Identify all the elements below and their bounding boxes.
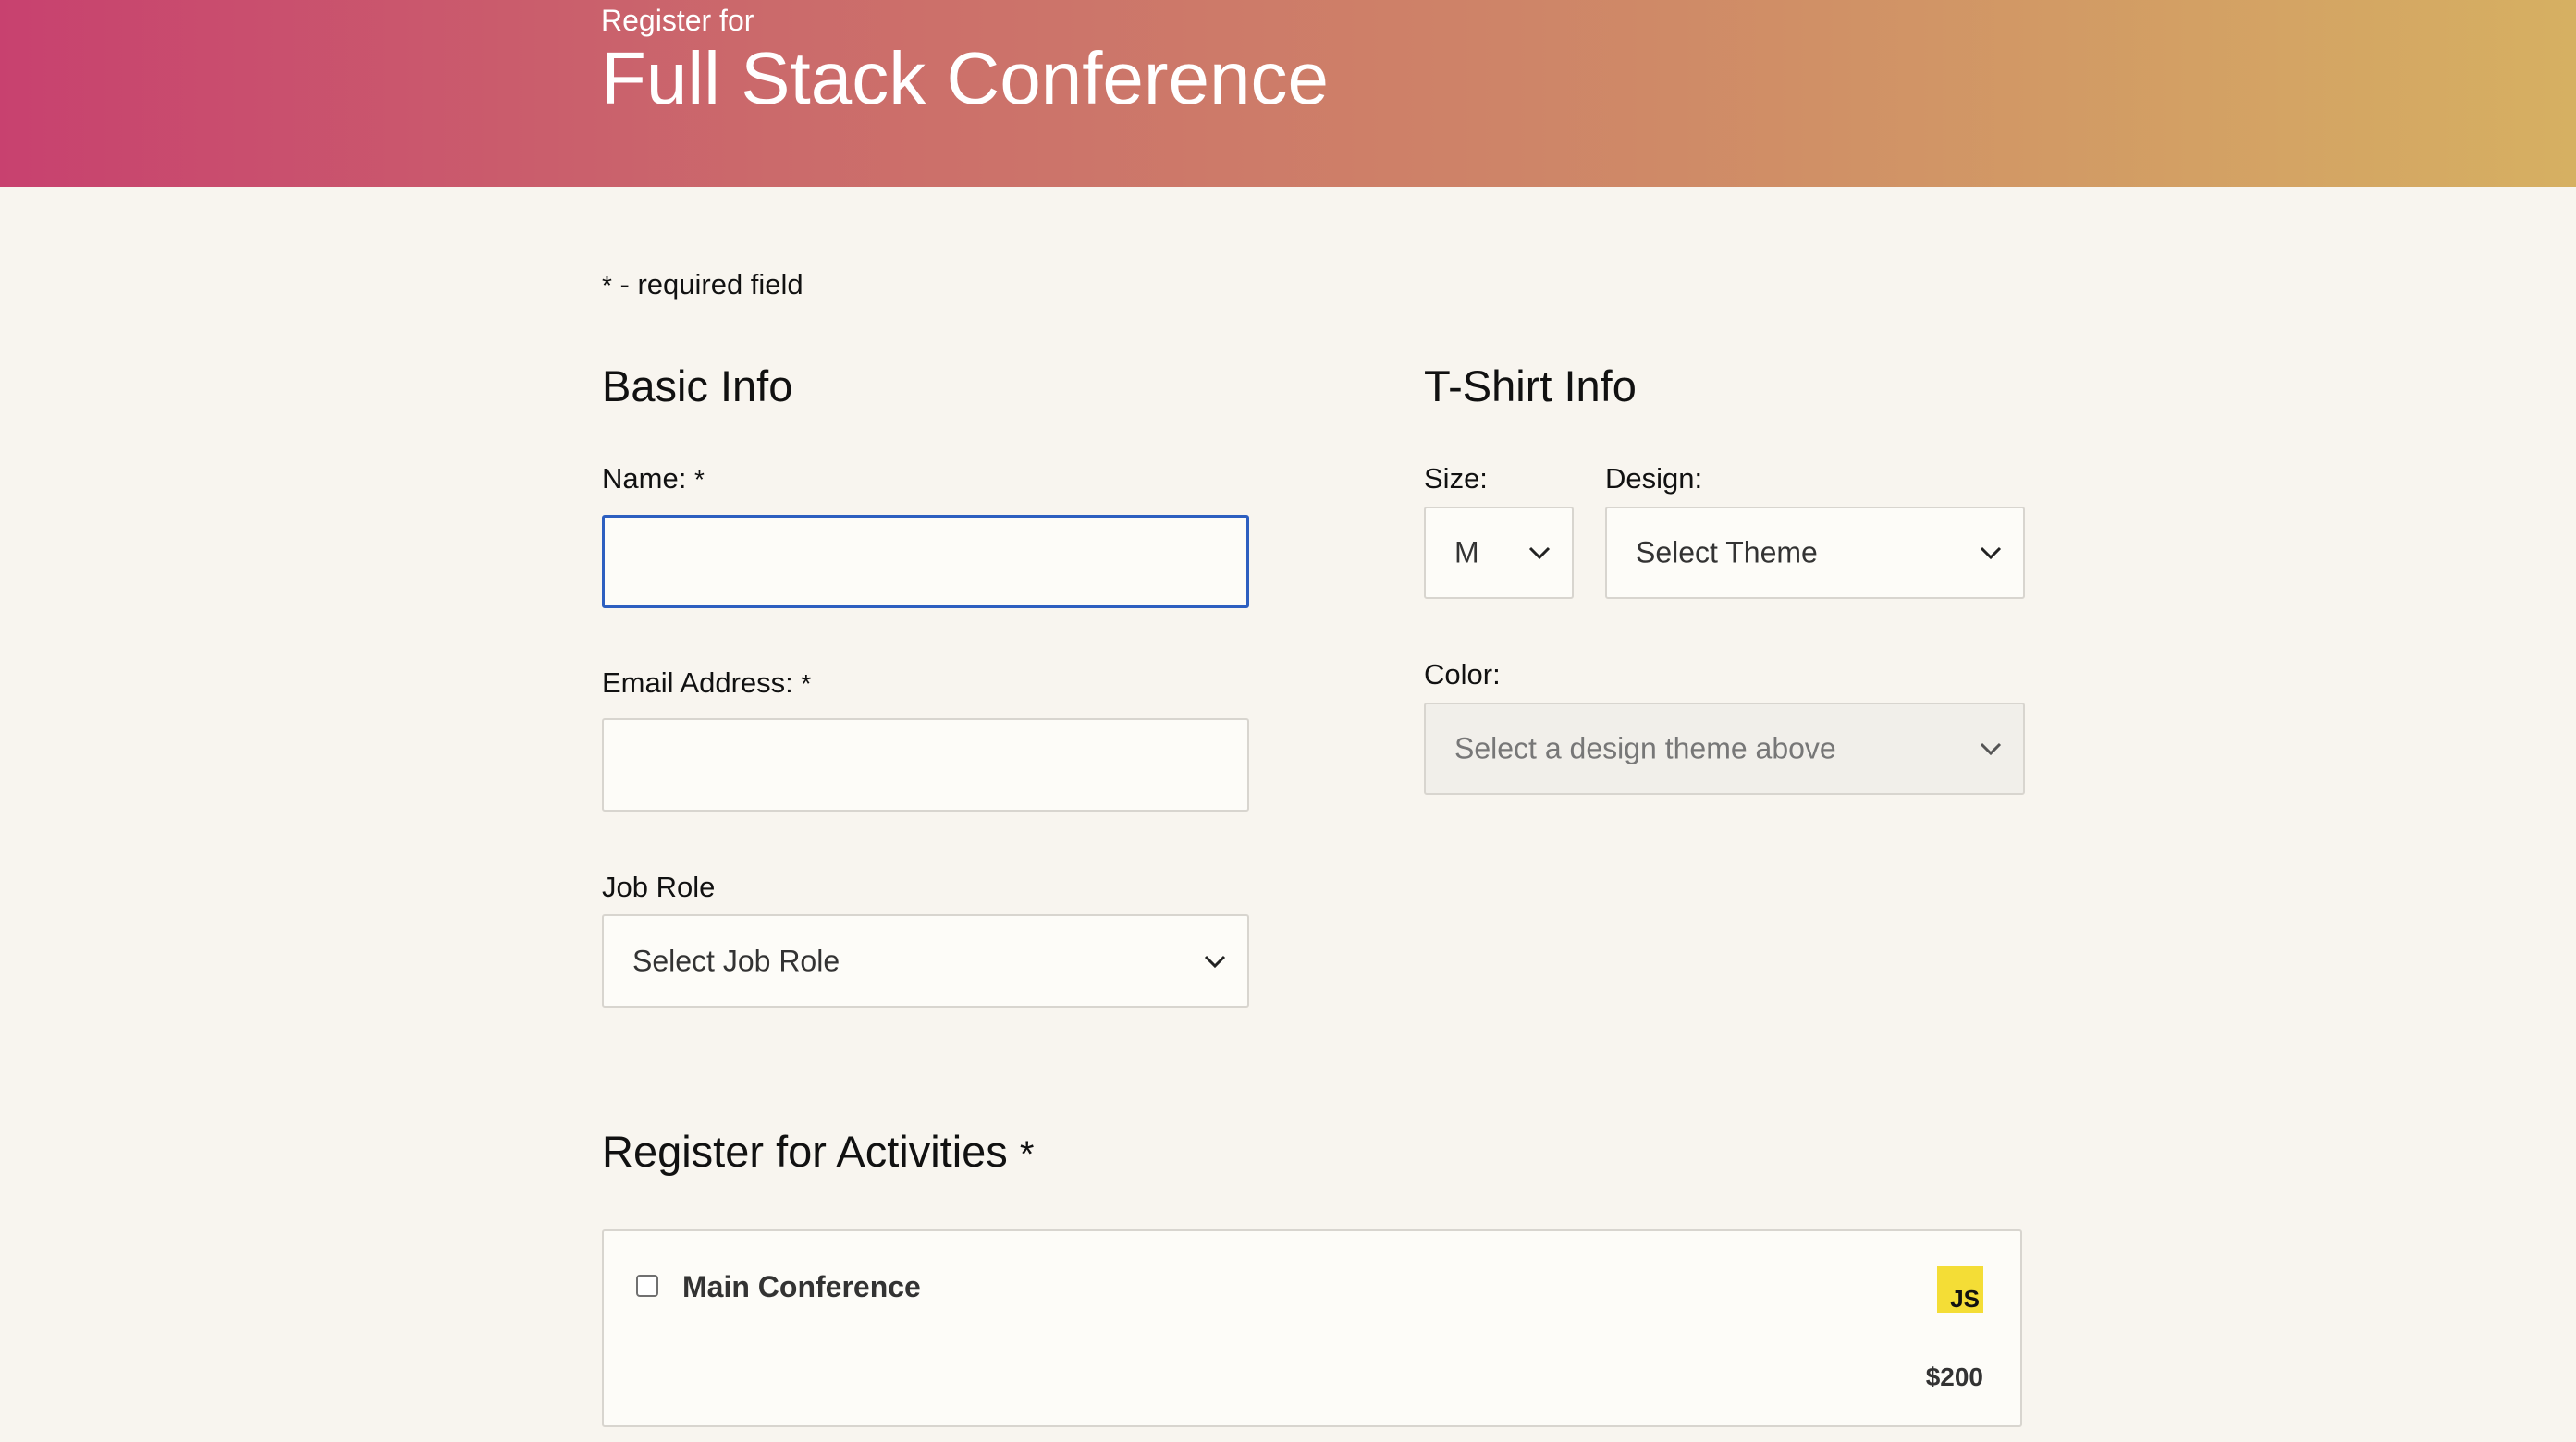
required-field-note: * - required field: [602, 266, 803, 304]
design-selected-value: Select Theme: [1636, 535, 1818, 569]
header-subtitle: Register for: [601, 4, 754, 37]
design-label: Design:: [1605, 462, 1703, 495]
name-label-text: Name:: [602, 462, 687, 495]
main-conference-checkbox[interactable]: [636, 1275, 658, 1297]
activities-heading: Register for Activities *: [602, 1126, 1034, 1180]
required-note-text: - required field: [611, 268, 803, 300]
job-role-select[interactable]: Select Job Role: [602, 914, 1249, 1008]
color-label: Color:: [1424, 658, 1501, 690]
js-badge-text: JS: [1950, 1285, 1980, 1313]
activity-name: Main Conference: [682, 1270, 921, 1303]
name-input[interactable]: [602, 515, 1249, 608]
chevron-down-icon: [1980, 742, 2002, 756]
chevron-down-icon: [1980, 546, 2002, 560]
size-label: Size:: [1424, 462, 1488, 495]
activity-price: $200: [1925, 1363, 1983, 1391]
email-input[interactable]: [602, 718, 1249, 812]
size-select[interactable]: M: [1424, 507, 1574, 599]
design-select[interactable]: Select Theme: [1605, 507, 2025, 599]
email-label: Email Address: *: [602, 665, 811, 703]
job-role-selected-value: Select Job Role: [632, 944, 840, 977]
page-title: Full Stack Conference: [601, 37, 1330, 119]
email-required-star: *: [801, 669, 812, 698]
color-selected-value: Select a design theme above: [1454, 731, 1836, 765]
basic-info-heading: Basic Info: [602, 361, 793, 410]
chevron-down-icon: [1528, 546, 1551, 560]
page-header: Register for Full Stack Conference: [0, 0, 2576, 187]
color-select[interactable]: Select a design theme above: [1424, 703, 2025, 795]
activities-required-star: *: [1019, 1134, 1035, 1175]
name-label: Name: *: [602, 460, 705, 498]
js-icon: JS: [1937, 1266, 1983, 1313]
chevron-down-icon: [1204, 955, 1226, 968]
email-label-text: Email Address:: [602, 666, 793, 699]
activities-heading-text: Register for Activities: [602, 1127, 1008, 1176]
name-required-star: *: [693, 465, 705, 494]
required-star: *: [602, 271, 612, 299]
job-role-label: Job Role: [602, 871, 716, 903]
activity-item-main-conference[interactable]: Main Conference JS $200: [602, 1229, 2022, 1427]
tshirt-info-heading: T-Shirt Info: [1424, 361, 1637, 410]
size-selected-value: M: [1454, 535, 1479, 569]
